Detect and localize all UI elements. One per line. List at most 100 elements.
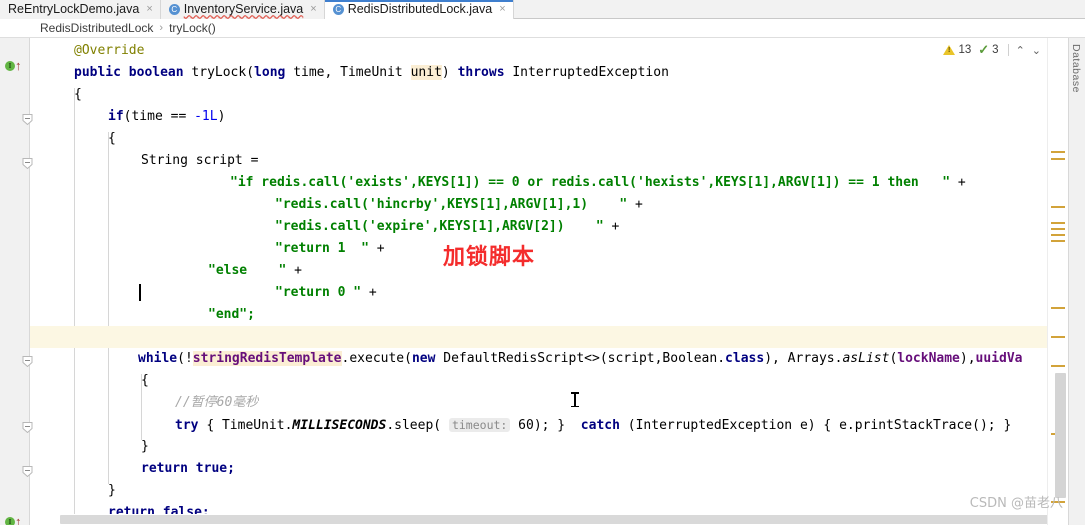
code-line[interactable]: public boolean tryLock(long time, TimeUn… [30, 62, 1047, 84]
code-token: -1L [194, 109, 218, 124]
inspection-widget[interactable]: 13 ✓ 3 ⌃ ⌄ [941, 41, 1045, 59]
stripe-warning-marker[interactable] [1051, 206, 1065, 208]
editor-gutter[interactable] [0, 38, 30, 525]
stripe-warning-marker[interactable] [1051, 228, 1065, 230]
code-line[interactable]: if(time == -1L) [30, 106, 1047, 128]
java-class-icon: C [168, 4, 180, 15]
stripe-warning-marker[interactable] [1051, 240, 1065, 242]
code-token: MILLISECONDS [292, 418, 387, 433]
code-token: + [368, 241, 385, 256]
code-token: //暂停60毫秒 [175, 395, 259, 410]
code-editor[interactable]: I ↑ I ↑ @Override public boolean tryLock… [0, 38, 1085, 525]
code-token: { [74, 87, 82, 102]
code-line[interactable]: "redis.call('hincrby',KEYS[1],ARGV[1],1)… [30, 194, 1047, 216]
code-token: .sleep( [386, 418, 449, 433]
code-token: ), [959, 351, 976, 366]
close-icon[interactable]: × [499, 0, 505, 19]
code-token: { TimeUnit. [206, 418, 293, 433]
close-icon[interactable]: × [146, 0, 152, 19]
code-line[interactable]: @Override [30, 40, 1047, 62]
code-text-area[interactable]: @Override public boolean tryLock(long tim… [30, 38, 1047, 525]
breadcrumb-class[interactable]: RedisDistributedLock [40, 21, 153, 35]
stripe-warning-marker[interactable] [1051, 234, 1065, 236]
editor-tab[interactable]: C RedisDistributedLock.java × [324, 0, 514, 19]
code-line[interactable]: "else " + [30, 260, 1047, 282]
code-line[interactable]: { [30, 84, 1047, 106]
code-line[interactable]: try { TimeUnit.MILLISECONDS.sleep( timeo… [30, 414, 1047, 436]
vertical-scrollbar-thumb[interactable] [1055, 373, 1066, 498]
stripe-warning-marker[interactable] [1051, 158, 1065, 160]
breadcrumb-method[interactable]: tryLock() [169, 21, 216, 35]
code-token: try [175, 418, 207, 433]
code-token: class [725, 351, 765, 366]
close-icon[interactable]: × [310, 0, 316, 19]
code-line[interactable] [30, 326, 1047, 348]
code-token: asList [842, 351, 890, 366]
code-line[interactable]: while(!stringRedisTemplate.execute(new D… [30, 348, 1047, 370]
code-token: tryLock( [191, 65, 255, 80]
code-token: while [138, 351, 178, 366]
previous-problem-button[interactable]: ⌃ [1014, 44, 1027, 57]
breadcrumb: RedisDistributedLock › tryLock() [0, 19, 1085, 38]
code-token: + [361, 285, 377, 300]
horizontal-scrollbar[interactable] [30, 514, 1085, 525]
typo-count: 3 [992, 44, 999, 56]
stripe-warning-marker[interactable] [1051, 365, 1065, 367]
inspection-divider [1007, 44, 1009, 56]
code-token: ) [217, 109, 226, 124]
stripe-warning-marker[interactable] [1051, 151, 1065, 153]
code-token: "return 1 " [275, 241, 369, 256]
code-token: + [950, 175, 966, 190]
code-token: InterruptedException [512, 65, 669, 80]
code-token: String script = [141, 153, 259, 168]
code-line[interactable]: "if redis.call('exists',KEYS[1]) == 0 or… [30, 172, 1047, 194]
editor-tab[interactable]: C InventoryService.java × [160, 0, 325, 19]
override-marker-unlock[interactable]: I ↑ [5, 515, 24, 525]
editor-tab-label: InventoryService.java [183, 2, 304, 16]
code-line[interactable]: { [30, 128, 1047, 150]
green-check-icon: ✓ [978, 41, 990, 57]
tool-window-tab-database[interactable]: Database [1070, 44, 1082, 93]
code-token: "return 0 " [275, 285, 362, 300]
code-token: boolean [128, 65, 192, 80]
next-problem-button[interactable]: ⌄ [1030, 44, 1043, 57]
right-tool-window-bar[interactable]: Database [1068, 38, 1085, 525]
code-token: uuidVa [975, 351, 1023, 366]
code-token: long [254, 65, 294, 80]
editor-tab[interactable]: ReEntryLockDemo.java × [0, 0, 161, 19]
stripe-warning-marker[interactable] [1051, 222, 1065, 224]
override-marker-trylock[interactable]: I ↑ [5, 59, 24, 73]
watermark: CSDN @苗老八 [969, 496, 1063, 511]
code-token: ) [441, 65, 458, 80]
code-token: timeout: [448, 418, 511, 432]
horizontal-scrollbar-thumb[interactable] [60, 515, 1085, 524]
code-token: unit [410, 65, 442, 80]
code-token: public [74, 65, 129, 80]
code-token: ), Arrays. [764, 351, 843, 366]
code-line[interactable]: } [30, 436, 1047, 458]
code-token: (! [177, 351, 193, 366]
code-token: stringRedisTemplate [192, 351, 342, 366]
code-line[interactable]: "end"; [30, 304, 1047, 326]
code-token: time, TimeUnit [293, 65, 411, 80]
code-token: + [286, 263, 302, 278]
stripe-warning-marker[interactable] [1051, 336, 1065, 338]
code-token: 60); } [510, 418, 566, 433]
code-token: if [108, 109, 124, 124]
code-token: + [627, 197, 643, 212]
stripe-warning-marker[interactable] [1051, 307, 1065, 309]
code-line[interactable]: } [30, 480, 1047, 502]
code-token: } [141, 439, 149, 454]
code-token: throws [457, 65, 513, 80]
code-line[interactable]: { [30, 370, 1047, 392]
warning-count: 13 [958, 44, 972, 56]
code-line[interactable]: "return 1 " + [30, 238, 1047, 260]
code-line[interactable]: return true; [30, 458, 1047, 480]
code-line[interactable]: "redis.call('expire',KEYS[1],ARGV[2]) " … [30, 216, 1047, 238]
editor-tab-label: ReEntryLockDemo.java [8, 2, 140, 16]
code-token: (time == [123, 109, 195, 124]
java-class-icon: C [332, 4, 344, 15]
code-line[interactable]: String script = [30, 150, 1047, 172]
code-line[interactable]: //暂停60毫秒 [30, 392, 1047, 414]
code-line[interactable]: "return 0 " + [30, 282, 1047, 304]
